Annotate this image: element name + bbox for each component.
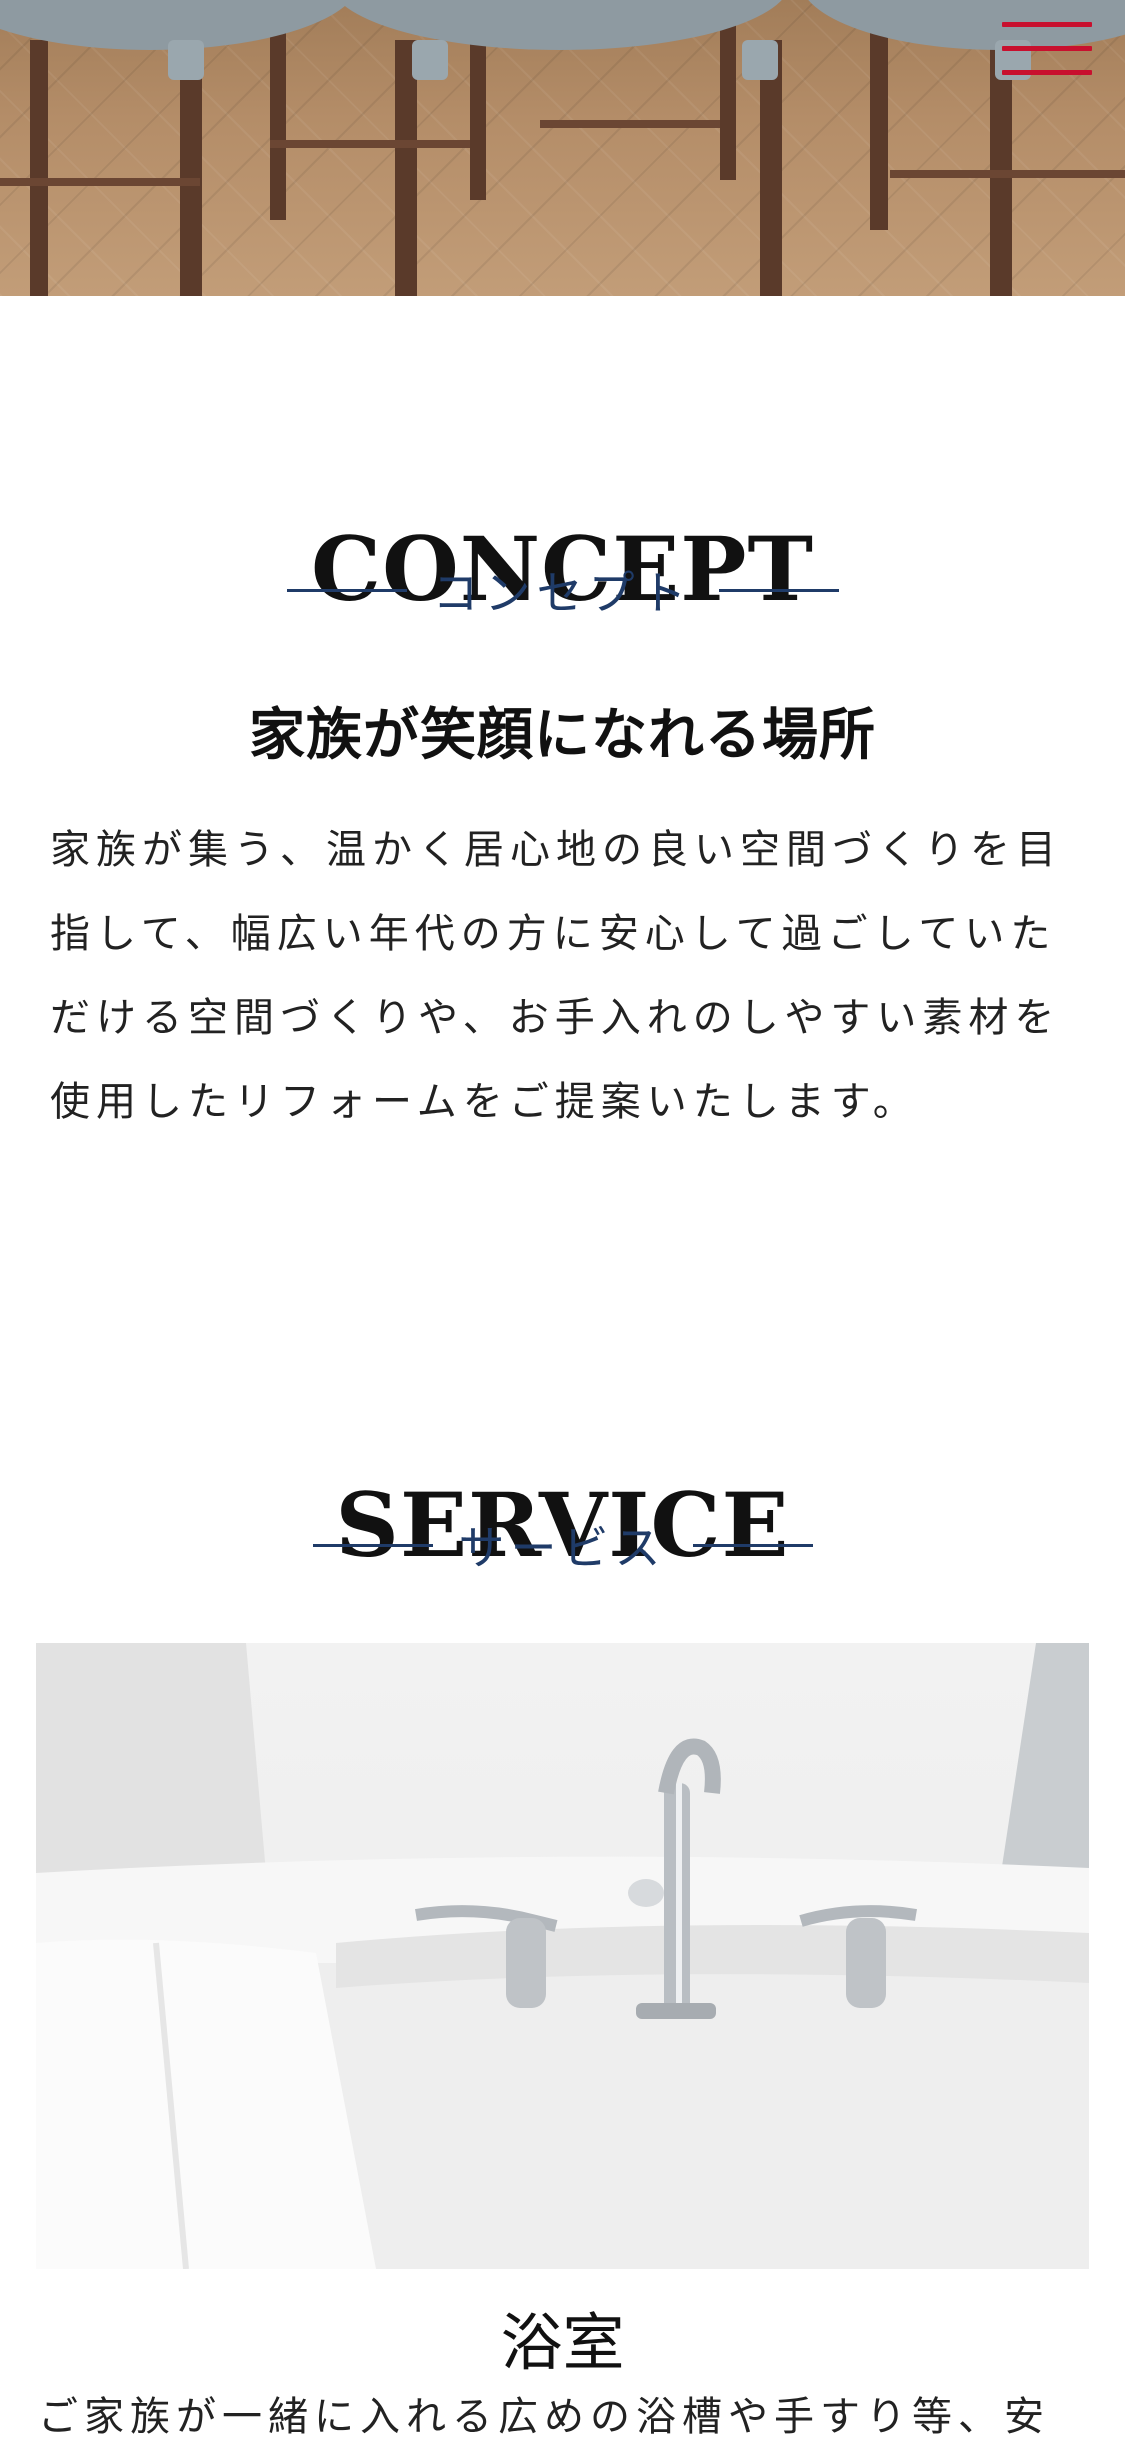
concept-line: 使用したリフォームをご提案いたします。 [50,1079,919,1125]
concept-line: 指して、幅広い年代の方に安心して過ごしていた [50,911,1057,957]
concept-description: 家族が集う、温かく居心地の良い空間づくりを目 指して、幅広い年代の方に安心して過… [50,808,1080,1144]
concept-subtitle: コンセプト [0,560,1125,620]
menu-button[interactable] [998,14,1096,92]
service-item-description: ご家族が一緒に入れる広めの浴槽や手すり等、安 [38,2394,1050,2440]
chairs-photo [0,0,1125,296]
concept-catchphrase: 家族が笑顔になれる場所 [249,703,876,768]
hamburger-menu-icon [1002,22,1092,27]
bathtub-image [36,1643,1089,2269]
concept-line: 家族が集う、温かく居心地の良い空間づくりを目 [50,827,1062,873]
service-item-name: 浴室 [500,2306,625,2379]
hero-image [0,0,1125,296]
service-subtitle-text: サービス [458,1521,667,1575]
concept-line: だける空間づくりや、お手入れのしやすい素材を [50,995,1061,1041]
divider-line [718,588,839,592]
divider-line [286,588,407,592]
divider-line [312,1543,433,1547]
service-subtitle: サービス [0,1515,1125,1575]
divider-line [692,1543,813,1547]
bathroom-photo [36,1643,1089,2269]
concept-subtitle-text: コンセプト [432,566,693,620]
